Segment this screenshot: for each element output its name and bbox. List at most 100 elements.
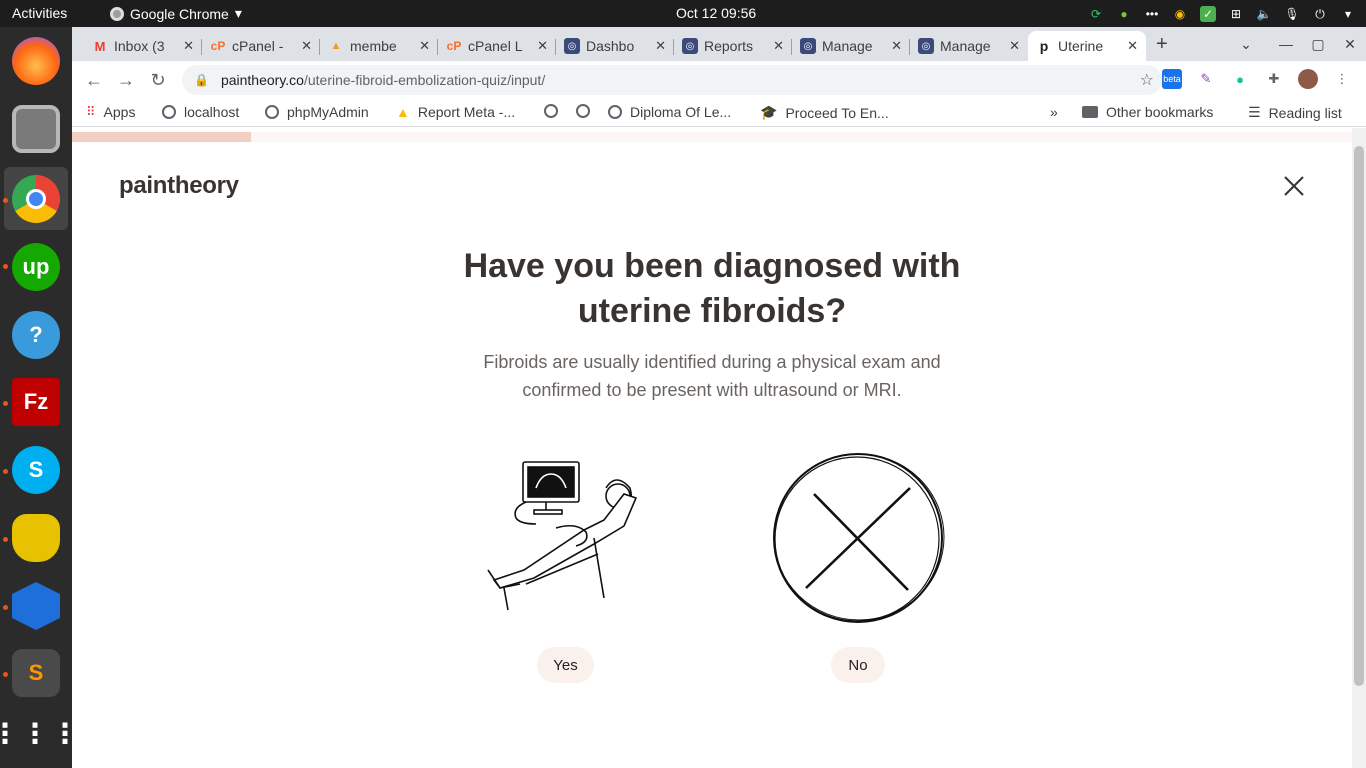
progress-fill [72, 132, 252, 142]
forward-icon[interactable]: → [110, 70, 142, 91]
address-bar[interactable]: 🔒 paintheory.co/uterine-fibroid-emboliza… [182, 65, 1162, 95]
bookmark-proceed[interactable]: 🎓 Proceed To En... [760, 104, 889, 121]
tab-phpmyadmin[interactable]: ▲ membe ✕ [320, 31, 438, 61]
lock-icon[interactable]: 🔒 [194, 73, 209, 87]
bookmark-globe-1[interactable] [544, 104, 558, 118]
new-tab-button[interactable]: + [1156, 33, 1168, 56]
close-icon[interactable]: ✕ [537, 38, 548, 54]
cpanel-icon: cP [446, 39, 462, 53]
tab-label: Manage [940, 38, 991, 54]
close-icon[interactable]: ✕ [655, 38, 666, 54]
bookmark-report-meta[interactable]: ▲ Report Meta -... [396, 104, 515, 120]
volume-icon[interactable]: 🔈 [1256, 6, 1272, 22]
help-icon[interactable]: ? [12, 311, 60, 359]
bookmark-star-icon[interactable]: ☆ [1140, 70, 1154, 90]
overflow-chevron-icon: » [1050, 104, 1058, 120]
minimize-button[interactable]: — [1270, 36, 1302, 52]
no-x-circle-illustration[interactable] [770, 450, 946, 626]
back-icon[interactable]: ← [78, 70, 110, 91]
tab-inbox[interactable]: M Inbox (3 ✕ [84, 31, 202, 61]
beta-extension-icon[interactable]: beta [1162, 69, 1182, 89]
bookmark-diploma[interactable]: Diploma Of Le... [608, 104, 731, 120]
close-icon[interactable]: ✕ [773, 38, 784, 54]
cpanel-icon: cP [210, 39, 226, 53]
network-icon[interactable]: ⊞ [1228, 6, 1244, 22]
filezilla-icon[interactable]: Fz [12, 378, 60, 426]
close-window-button[interactable]: ✕ [1334, 36, 1366, 53]
chrome-icon[interactable] [12, 175, 60, 223]
puzzle-icon[interactable]: ✚ [1264, 69, 1284, 89]
skype-icon[interactable]: S [12, 446, 60, 494]
extensions-area: beta ✎ ● ✚ ⋮ [1162, 69, 1352, 89]
bookmark-apps[interactable]: ⠿ Apps [86, 104, 135, 120]
more-icon[interactable]: ••• [1144, 6, 1160, 22]
reading-list[interactable]: ☰ Reading list [1248, 104, 1342, 121]
feather-extension-icon[interactable]: ✎ [1196, 69, 1216, 89]
chat-icon[interactable]: ● [1116, 6, 1132, 22]
chevron-down-icon[interactable]: ▾ [1340, 6, 1356, 22]
firefox-icon[interactable] [12, 37, 60, 85]
activities-button[interactable]: Activities [12, 5, 67, 21]
files-icon[interactable] [12, 105, 60, 153]
teapot-icon[interactable] [12, 514, 60, 562]
grammarly-extension-icon[interactable]: ● [1230, 69, 1250, 89]
sync-icon[interactable]: ⟳ [1088, 6, 1104, 22]
graduation-cap-icon: 🎓 [760, 104, 778, 120]
question-subtitle: Fibroids are usually identified during a… [483, 352, 941, 400]
app-menu[interactable]: Google Chrome ▾ [110, 5, 242, 22]
reload-icon[interactable]: ↻ [142, 70, 174, 91]
bookmark-label: localhost [184, 104, 240, 120]
close-icon[interactable]: ✕ [301, 38, 312, 54]
no-label: No [848, 656, 868, 674]
show-apps-icon[interactable]: ⋮⋮⋮ [0, 709, 79, 757]
close-icon[interactable]: ✕ [1127, 38, 1138, 54]
tab-reports[interactable]: ◎ Reports ✕ [674, 31, 792, 61]
bookmark-label: Reading list [1268, 104, 1342, 121]
tab-dashboard[interactable]: ◎ Dashbo ✕ [556, 31, 674, 61]
clock[interactable]: Oct 12 09:56 [676, 5, 756, 21]
running-indicator [3, 198, 8, 203]
globe-icon [576, 104, 590, 118]
url-path: /uterine-fibroid-embolization-quiz/input… [303, 72, 546, 88]
kebab-menu-icon[interactable]: ⋮ [1332, 69, 1352, 89]
upwork-icon[interactable]: up [12, 243, 60, 291]
ultrasound-illustration[interactable] [486, 458, 646, 618]
page-scrollbar[interactable] [1352, 128, 1366, 768]
bookmark-phpmyadmin[interactable]: phpMyAdmin [265, 104, 369, 120]
tab-cpanel-2[interactable]: cP cPanel L ✕ [438, 31, 556, 61]
yes-button[interactable]: Yes [537, 647, 594, 683]
tab-manage[interactable]: ◎ Manage ✕ [792, 31, 910, 61]
hexagon-app-icon[interactable] [12, 582, 60, 630]
bookmarks-overflow-button[interactable]: » [1050, 104, 1058, 120]
sublime-text-icon[interactable]: S [12, 649, 60, 697]
tab-search-icon[interactable]: ⌄ [1230, 36, 1262, 53]
maximize-button[interactable]: ▢ [1302, 36, 1334, 53]
close-icon[interactable]: ✕ [891, 38, 902, 54]
avatar[interactable] [1298, 69, 1318, 89]
chrome-icon [110, 6, 124, 21]
bookmark-localhost[interactable]: localhost [162, 104, 239, 120]
browser-toolbar: ← → ↻ 🔒 paintheory.co/uterine-fibroid-em… [72, 61, 1366, 99]
close-quiz-icon[interactable] [1282, 174, 1306, 198]
tab-cpanel[interactable]: cP cPanel - ✕ [202, 31, 320, 61]
microphone-icon[interactable]: 🎙 [1284, 6, 1300, 22]
system-tray: ⟳ ● ••• ◉ ✓ ⊞ 🔈 🎙 ⏻ ▾ [1088, 3, 1356, 24]
scrollbar-thumb[interactable] [1354, 146, 1364, 686]
shield-check-icon[interactable]: ✓ [1200, 5, 1216, 22]
close-icon[interactable]: ✕ [183, 38, 194, 54]
close-icon[interactable]: ✕ [1009, 38, 1020, 54]
paintheory-logo[interactable]: paintheory [119, 172, 239, 200]
tab-uterine[interactable]: p Uterine ✕ [1028, 31, 1146, 61]
reading-list-icon: ☰ [1248, 104, 1261, 120]
no-button[interactable]: No [831, 647, 885, 683]
bookmark-label: phpMyAdmin [287, 104, 369, 120]
system-top-bar: Activities Google Chrome ▾ Oct 12 09:56 … [0, 0, 1366, 27]
power-icon[interactable]: ⏻ [1312, 6, 1328, 22]
bookmark-globe-2[interactable] [576, 104, 590, 118]
tab-manage-2[interactable]: ◎ Manage ✕ [910, 31, 1028, 61]
close-icon[interactable]: ✕ [419, 38, 430, 54]
chrome-tray-icon[interactable]: ◉ [1172, 6, 1188, 22]
bookmark-other[interactable]: Other bookmarks [1082, 104, 1213, 120]
tab-label: Dashbo [586, 38, 635, 54]
globe-icon [608, 105, 622, 119]
